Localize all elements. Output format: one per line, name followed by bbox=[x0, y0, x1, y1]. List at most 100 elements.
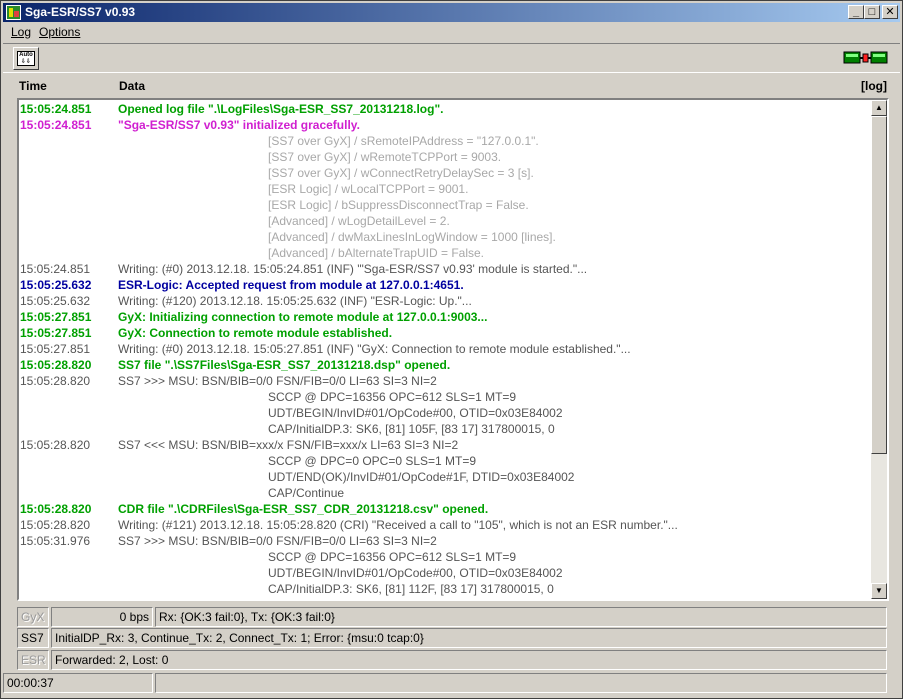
log-column-header: Time Data [log] bbox=[17, 77, 887, 95]
log-row[interactable]: [Advanced] / wLogDetailLevel = 2. bbox=[19, 213, 871, 229]
app-icon[interactable] bbox=[6, 5, 21, 20]
menu-bar: Log Options bbox=[3, 23, 900, 41]
log-row-text: UDT/END(OK)/InvID#01/OpCode#1F, DTID=0x0… bbox=[268, 470, 575, 484]
log-row[interactable]: 15:05:24.851 Opened log file ".\LogFiles\… bbox=[19, 101, 871, 117]
log-row-time: 15:05:24.851 bbox=[20, 102, 92, 116]
log-row[interactable]: SCCP @ DPC=16356 OPC=612 SLS=1 MT=9 bbox=[19, 549, 871, 565]
log-row-text: GyX: Connection to remote module establi… bbox=[118, 326, 393, 340]
log-row-text: [SS7 over GyX] / wConnectRetryDelaySec =… bbox=[268, 166, 534, 180]
log-row[interactable]: SCCP @ DPC=0 OPC=0 SLS=1 MT=9 bbox=[19, 453, 871, 469]
gyx-counters: Rx: {OK:3 fail:0}, Tx: {OK:3 fail:0} bbox=[155, 607, 887, 627]
log-view[interactable]: 15:05:24.851 Opened log file ".\LogFiles\… bbox=[17, 98, 889, 601]
log-row[interactable]: 15:05:28.820 SS7 file ".\SS7Files\Sga-ESR… bbox=[19, 357, 871, 373]
log-row[interactable]: 15:05:27.851 Writing: (#0) 2013.12.18. 15… bbox=[19, 341, 871, 357]
log-row[interactable]: UDT/END(OK)/InvID#01/OpCode#1F, DTID=0x0… bbox=[19, 469, 871, 485]
auto-scroll-icon: Auto ⇩⇩ bbox=[17, 51, 35, 66]
log-row-time: 15:05:28.820 bbox=[20, 438, 91, 452]
scroll-down-button[interactable]: ▼ bbox=[871, 583, 887, 599]
log-row-text: [Advanced] / dwMaxLinesInLogWindow = 100… bbox=[268, 230, 556, 244]
status-row-esr: ESR Forwarded: 2, Lost: 0 bbox=[17, 650, 887, 670]
log-row[interactable]: [SS7 over GyX] / sRemoteIPAddress = "127… bbox=[19, 133, 871, 149]
log-row-time: 15:05:28.820 bbox=[20, 358, 92, 372]
log-row-time: 15:05:28.820 bbox=[20, 518, 91, 532]
close-button[interactable]: ✕ bbox=[882, 5, 898, 19]
log-row[interactable]: 15:05:28.820 SS7 <<< MSU: BSN/BIB=xxx/x F… bbox=[19, 437, 871, 453]
log-row-text: Writing: (#120) 2013.12.18. 15:05:25.632… bbox=[118, 294, 472, 308]
log-row-text: CDR file ".\CDRFiles\Sga-ESR_SS7_CDR_201… bbox=[118, 502, 489, 516]
log-row-text: SCCP @ DPC=0 OPC=0 SLS=1 MT=9 bbox=[268, 454, 477, 468]
status-row-ss7: SS7 InitialDP_Rx: 3, Continue_Tx: 2, Con… bbox=[17, 628, 887, 648]
log-row[interactable]: 15:05:28.820 Writing: (#121) 2013.12.18. … bbox=[19, 517, 871, 533]
log-row-text: SCCP @ DPC=16356 OPC=612 SLS=1 MT=9 bbox=[268, 390, 517, 404]
log-toggle-button[interactable]: [log] bbox=[861, 79, 887, 93]
main-window: Sga-ESR/SS7 v0.93 _ □ ✕ Log Options Auto… bbox=[0, 0, 903, 699]
log-row-time: 15:05:24.851 bbox=[20, 118, 92, 132]
log-row-text: UDT/BEGIN/InvID#01/OpCode#00, OTID=0x03E… bbox=[268, 406, 563, 420]
log-row[interactable]: CAP/InitialDP.3: SK6, [81] 112F, [83 17]… bbox=[19, 581, 871, 597]
log-row-text: Opened log file ".\LogFiles\Sga-ESR_SS7_… bbox=[118, 102, 444, 116]
scroll-thumb[interactable] bbox=[871, 116, 887, 454]
log-row[interactable]: 15:05:25.632 Writing: (#120) 2013.12.18. … bbox=[19, 293, 871, 309]
status-message bbox=[155, 673, 887, 693]
log-row[interactable]: [Advanced] / dwMaxLinesInLogWindow = 100… bbox=[19, 229, 871, 245]
log-row-text: CAP/InitialDP.3: SK6, [81] 112F, [83 17]… bbox=[268, 582, 554, 596]
data-column-header: Data bbox=[119, 79, 146, 93]
log-row[interactable]: UDT/BEGIN/InvID#01/OpCode#00, OTID=0x03E… bbox=[19, 565, 871, 581]
log-row[interactable]: [ESR Logic] / bSuppressDisconnectTrap = … bbox=[19, 197, 871, 213]
log-row-text: [SS7 over GyX] / wRemoteTCPPort = 9003. bbox=[268, 150, 502, 164]
log-row[interactable]: [SS7 over GyX] / wConnectRetryDelaySec =… bbox=[19, 165, 871, 181]
maximize-button[interactable]: □ bbox=[864, 5, 880, 19]
menu-options[interactable]: Options bbox=[39, 25, 80, 39]
log-row[interactable]: UDT/BEGIN/InvID#01/OpCode#00, OTID=0x03E… bbox=[19, 405, 871, 421]
log-row-time: 15:05:28.820 bbox=[20, 374, 91, 388]
log-row[interactable]: [Advanced] / bAlternateTrapUID = False. bbox=[19, 245, 871, 261]
log-row[interactable]: 15:05:27.851 GyX: Connection to remote mo… bbox=[19, 325, 871, 341]
log-row-text: CAP/InitialDP.3: SK6, [81] 105F, [83 17]… bbox=[268, 422, 555, 436]
log-row-text: [ESR Logic] / wLocalTCPPort = 9001. bbox=[268, 182, 469, 196]
log-row-text: UDT/BEGIN/InvID#01/OpCode#00, OTID=0x03E… bbox=[268, 566, 563, 580]
log-row-time: 15:05:27.851 bbox=[20, 342, 91, 356]
log-row-time: 15:05:28.820 bbox=[20, 502, 92, 516]
title-bar[interactable]: Sga-ESR/SS7 v0.93 _ □ ✕ bbox=[3, 3, 900, 22]
log-row-text: ESR-Logic: Accepted request from module … bbox=[118, 278, 464, 292]
log-row[interactable]: 15:05:24.851 Writing: (#0) 2013.12.18. 15… bbox=[19, 261, 871, 277]
log-row-text: [Advanced] / bAlternateTrapUID = False. bbox=[268, 246, 484, 260]
log-row[interactable]: 15:05:31.976 SS7 >>> MSU: BSN/BIB=0/0 FSN… bbox=[19, 533, 871, 549]
log-row[interactable]: 15:05:28.820 SS7 >>> MSU: BSN/BIB=0/0 FSN… bbox=[19, 373, 871, 389]
minimize-button[interactable]: _ bbox=[848, 5, 864, 19]
ss7-counters: InitialDP_Rx: 3, Continue_Tx: 2, Connect… bbox=[51, 628, 887, 648]
log-row[interactable]: SCCP @ DPC=16356 OPC=612 SLS=1 MT=9 bbox=[19, 389, 871, 405]
log-row-time: 15:05:25.632 bbox=[20, 294, 91, 308]
log-row-text: SS7 file ".\SS7Files\Sga-ESR_SS7_2013121… bbox=[118, 358, 451, 372]
log-row-text: SS7 <<< MSU: BSN/BIB=xxx/x FSN/FIB=xxx/x… bbox=[118, 438, 459, 452]
log-row-text: Writing: (#0) 2013.12.18. 15:05:27.851 (… bbox=[118, 342, 631, 356]
log-row[interactable]: 15:05:28.820 CDR file ".\CDRFiles\Sga-ESR… bbox=[19, 501, 871, 517]
log-row[interactable]: 15:05:24.851 "Sga-ESR/SS7 v0.93" initiali… bbox=[19, 117, 871, 133]
log-row[interactable]: [SS7 over GyX] / wRemoteTCPPort = 9003. bbox=[19, 149, 871, 165]
log-row-text: [Advanced] / wLogDetailLevel = 2. bbox=[268, 214, 450, 228]
log-row-time: 15:05:27.851 bbox=[20, 326, 92, 340]
log-row[interactable]: CAP/Continue bbox=[19, 485, 871, 501]
scroll-up-button[interactable]: ▲ bbox=[871, 100, 887, 116]
connection-status-icon[interactable] bbox=[843, 48, 889, 68]
log-row-text: SS7 >>> MSU: BSN/BIB=0/0 FSN/FIB=0/0 LI=… bbox=[118, 534, 437, 548]
auto-scroll-button[interactable]: Auto ⇩⇩ bbox=[13, 47, 39, 70]
log-row-text: [ESR Logic] / bSuppressDisconnectTrap = … bbox=[268, 198, 529, 212]
log-row-text: "Sga-ESR/SS7 v0.93" initialized graceful… bbox=[118, 118, 360, 132]
log-row[interactable]: CAP/InitialDP.3: SK6, [81] 105F, [83 17]… bbox=[19, 421, 871, 437]
auto-scroll-label: Auto bbox=[19, 52, 33, 58]
log-row-time: 15:05:31.976 bbox=[20, 534, 91, 548]
status-bar: 00:00:37 bbox=[3, 673, 887, 693]
log-rows: 15:05:24.851 Opened log file ".\LogFiles\… bbox=[19, 101, 871, 597]
time-column-header: Time bbox=[19, 79, 47, 93]
window-title: Sga-ESR/SS7 v0.93 bbox=[25, 5, 136, 19]
log-row[interactable]: 15:05:27.851 GyX: Initializing connection… bbox=[19, 309, 871, 325]
log-scrollbar[interactable]: ▲ ▼ bbox=[871, 100, 887, 599]
log-row[interactable]: 15:05:25.632 ESR-Logic: Accepted request … bbox=[19, 277, 871, 293]
log-row-time: 15:05:25.632 bbox=[20, 278, 92, 292]
ss7-label: SS7 bbox=[17, 628, 49, 648]
menu-log[interactable]: Log bbox=[11, 25, 31, 39]
toolbar: Auto ⇩⇩ bbox=[3, 43, 900, 73]
log-row[interactable]: [ESR Logic] / wLocalTCPPort = 9001. bbox=[19, 181, 871, 197]
log-row-text: CAP/Continue bbox=[268, 486, 345, 500]
